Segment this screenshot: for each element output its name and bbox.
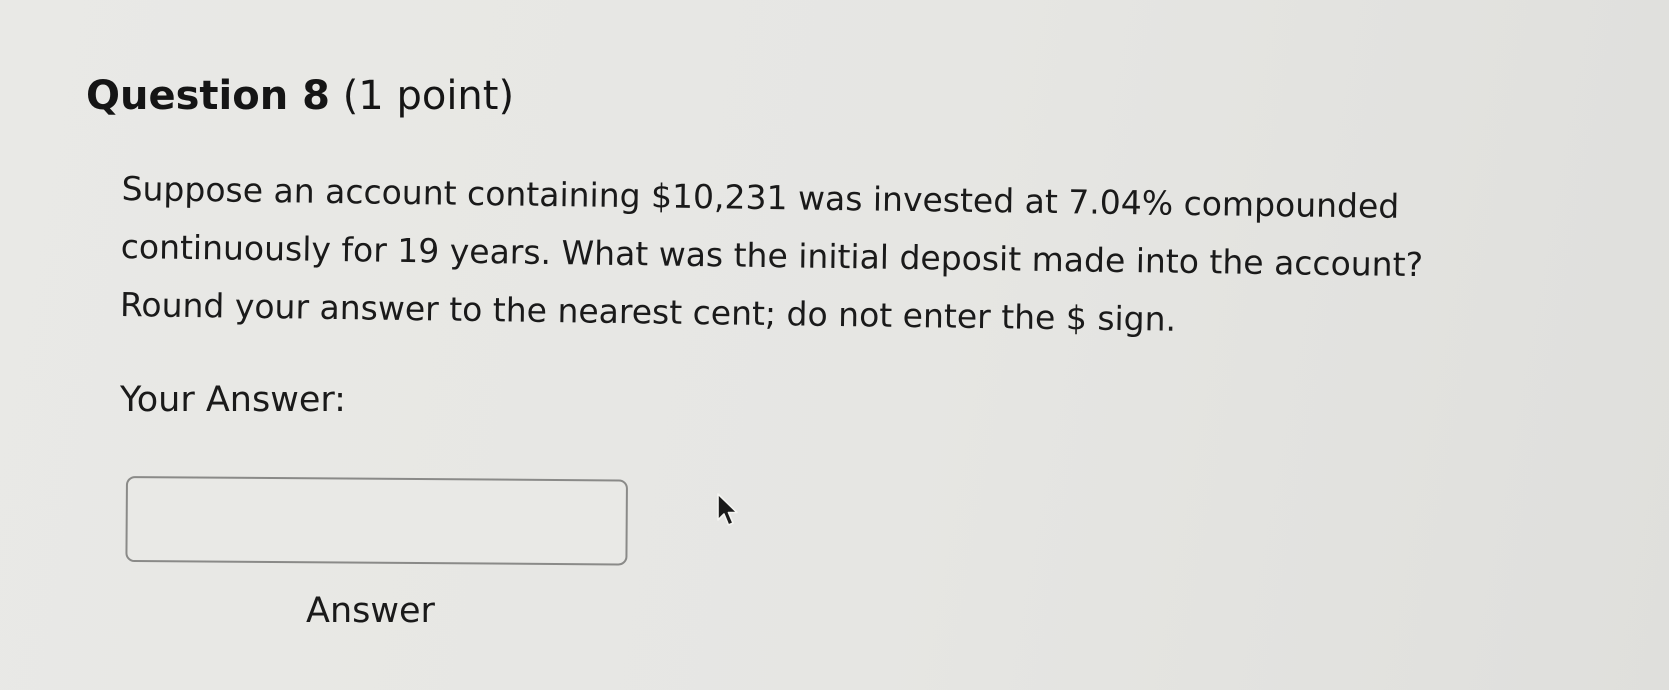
arrow-pointer-icon [717,493,738,526]
quiz-question-panel: Question 8 (1 point) Suppose an account … [0,0,1669,690]
answer-input[interactable] [125,476,628,566]
question-text: Suppose an account containing $10,231 wa… [120,160,1642,355]
question-heading: Question 8 (1 point) [86,72,514,120]
question-number: Question 8 [86,73,330,119]
your-answer-label: Your Answer: [120,380,346,420]
question-points: (1 point) [342,73,515,119]
answer-caption: Answer [306,591,435,631]
